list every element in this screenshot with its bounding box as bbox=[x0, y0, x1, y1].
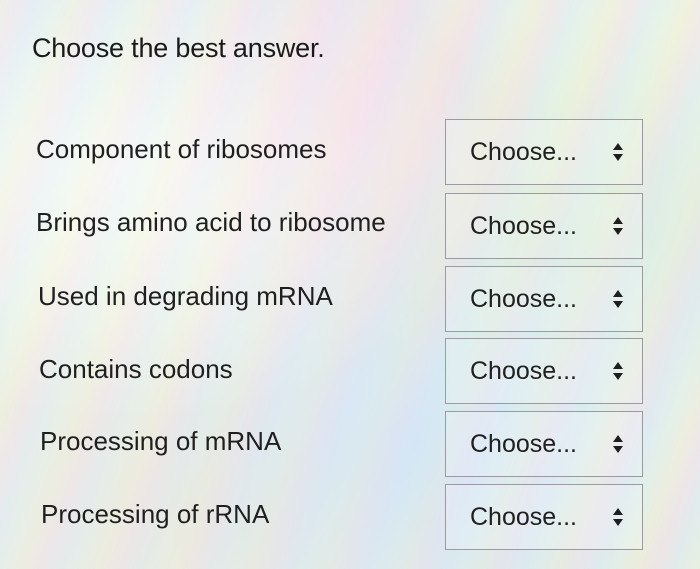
row-label-4: Contains codons bbox=[39, 354, 233, 384]
row-label-3: Used in degrading mRNA bbox=[38, 281, 333, 311]
answer-select-5[interactable]: Choose... bbox=[445, 411, 643, 477]
select-value-4: Choose... bbox=[470, 356, 578, 385]
select-value-1: Choose... bbox=[470, 137, 578, 166]
up-down-arrows-icon bbox=[613, 290, 623, 308]
answer-select-1[interactable]: Choose... bbox=[445, 119, 643, 185]
row-label-2: Brings amino acid to ribosome bbox=[36, 207, 386, 237]
answer-select-3[interactable]: Choose... bbox=[445, 266, 643, 332]
answer-select-6[interactable]: Choose... bbox=[445, 484, 643, 550]
row-label-1: Component of ribosomes bbox=[36, 134, 327, 164]
select-value-5: Choose... bbox=[470, 429, 578, 458]
answer-select-2[interactable]: Choose... bbox=[445, 193, 643, 259]
quiz-screen: Choose the best answer. Component of rib… bbox=[0, 0, 700, 569]
up-down-arrows-icon bbox=[613, 143, 623, 161]
question-title: Choose the best answer. bbox=[32, 33, 325, 63]
row-label-6: Processing of rRNA bbox=[41, 499, 270, 529]
answer-select-4[interactable]: Choose... bbox=[445, 338, 643, 404]
up-down-arrows-icon bbox=[613, 362, 623, 380]
up-down-arrows-icon bbox=[613, 435, 623, 453]
select-value-3: Choose... bbox=[470, 284, 578, 313]
select-value-6: Choose... bbox=[470, 502, 578, 531]
row-label-5: Processing of mRNA bbox=[40, 426, 282, 456]
select-value-2: Choose... bbox=[470, 211, 578, 240]
up-down-arrows-icon bbox=[613, 508, 623, 526]
up-down-arrows-icon bbox=[613, 217, 623, 235]
